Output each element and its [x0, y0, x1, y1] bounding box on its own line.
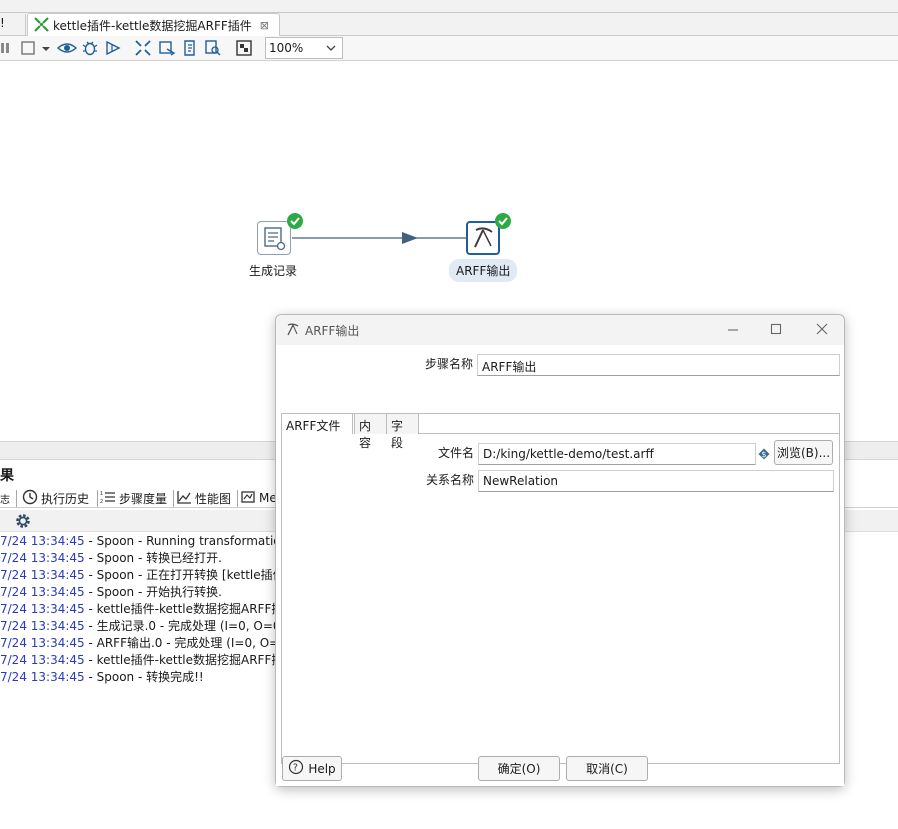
- step-name-input[interactable]: ARFF输出: [477, 354, 840, 376]
- ok-button[interactable]: 确定(O): [478, 756, 560, 781]
- log-output[interactable]: 7/24 13:34:45 - Spoon - Running transfor…: [0, 533, 290, 686]
- minimize-icon[interactable]: [723, 321, 743, 339]
- log-line: 7/24 13:34:45 - kettle插件-kettle数据挖掘ARFF插…: [0, 653, 290, 667]
- arff-output-dialog: ARFF输出 步骤名称 ARFF输出 ARFF文件 内容 字段 文件名 D:/k…: [275, 314, 845, 787]
- pause-icon[interactable]: [0, 39, 18, 57]
- tab-step-metrics-label: 步骤度量: [119, 491, 168, 506]
- tab-content[interactable]: 内容: [354, 413, 387, 450]
- tab-metrics[interactable]: Me: [240, 488, 277, 508]
- transformation-icon: [34, 16, 49, 35]
- step-arff-output-label: ARFF输出: [449, 259, 518, 282]
- variable-icon[interactable]: $: [758, 448, 770, 463]
- svg-text:?: ?: [293, 763, 298, 774]
- step-ok-check-icon: [286, 212, 304, 233]
- step-generate-rows-label: 生成记录: [249, 264, 298, 278]
- step-name-label: 步骤名称: [424, 357, 473, 371]
- tab-performance-chart[interactable]: 性能图: [176, 488, 231, 508]
- log-line: 7/24 13:34:45 - Spoon - 正在打开转换 [kettle插件: [0, 568, 285, 582]
- tab-performance-chart-label: 性能图: [195, 491, 232, 506]
- tab-log-fragment[interactable]: 志: [0, 488, 10, 508]
- log-line: 7/24 13:34:45 - Spoon - Running transfor…: [0, 534, 289, 548]
- tab-arff-file[interactable]: ARFF文件: [282, 413, 353, 434]
- zoom-select[interactable]: 100%: [265, 37, 343, 59]
- tab-transformation[interactable]: kettle插件-kettle数据挖掘ARFF插件 ⊠: [27, 13, 280, 37]
- metrics-icon: [240, 489, 256, 508]
- replay-icon[interactable]: [104, 39, 122, 57]
- browse-button[interactable]: 浏览(B)...: [774, 440, 833, 465]
- hop-arrow[interactable]: [292, 230, 468, 246]
- help-button[interactable]: ? Help: [282, 756, 342, 781]
- dialog-title: ARFF输出: [305, 324, 360, 338]
- gear-icon[interactable]: [14, 512, 32, 533]
- dialog-body: 步骤名称 ARFF输出 ARFF文件 内容 字段 文件名 D:/king/ket…: [276, 345, 844, 786]
- pickaxe-icon: [468, 227, 498, 256]
- debug-bug-icon[interactable]: [81, 39, 99, 57]
- filename-input[interactable]: D:/king/kettle-demo/test.arff: [478, 443, 756, 465]
- log-line: 7/24 13:34:45 - 生成记录.0 - 完成处理 (I=0, O=0,: [0, 619, 285, 633]
- log-line: 7/24 13:34:45 - Spoon - 开始执行转换.: [0, 585, 222, 599]
- stop-dropdown-icon[interactable]: [40, 39, 52, 57]
- help-button-label: Help: [308, 761, 336, 776]
- zoom-value: 100%: [269, 41, 304, 55]
- svg-text:$: $: [761, 450, 766, 459]
- tab-execution-history[interactable]: 执行历史: [22, 488, 89, 508]
- tab-close-icon[interactable]: ⊠: [260, 19, 269, 32]
- log-line: 7/24 13:34:45 - Spoon - 转换完成!!: [0, 670, 204, 684]
- numbered-list-icon: 12: [100, 489, 116, 508]
- relation-name-label: 关系名称: [425, 473, 474, 487]
- impact-icon[interactable]: [158, 39, 176, 57]
- close-icon[interactable]: [812, 321, 832, 339]
- step-ok-check-icon: [494, 212, 512, 233]
- help-icon: ?: [288, 759, 304, 778]
- log-line: 7/24 13:34:45 - Spoon - 转换已经打开.: [0, 551, 222, 565]
- tab-previous-label: !: [0, 16, 5, 30]
- tab-step-metrics[interactable]: 12 步骤度量: [100, 488, 167, 508]
- tab-previous[interactable]: !: [0, 14, 26, 36]
- results-title: 果: [0, 468, 14, 484]
- cancel-button[interactable]: 取消(C): [566, 756, 648, 781]
- stop-icon[interactable]: [20, 39, 38, 57]
- maximize-icon[interactable]: [766, 321, 786, 339]
- tab-transformation-title: kettle插件-kettle数据挖掘ARFF插件: [53, 19, 252, 33]
- main-toolbar: 100%: [0, 36, 898, 61]
- dialog-title-bar[interactable]: ARFF输出: [276, 315, 844, 345]
- svg-text:2: 2: [100, 499, 103, 505]
- tab-execution-history-label: 执行历史: [41, 491, 90, 506]
- filename-label: 文件名: [437, 446, 474, 460]
- log-line: 7/24 13:34:45 - kettle插件-kettle数据挖掘ARFF插…: [0, 602, 290, 616]
- relation-name-input[interactable]: NewRelation: [478, 470, 834, 492]
- sql-icon[interactable]: [181, 39, 199, 57]
- generate-rows-icon: [258, 227, 290, 257]
- verify-icon[interactable]: [134, 39, 152, 57]
- clock-icon: [22, 489, 38, 508]
- show-results-icon[interactable]: [235, 39, 253, 57]
- log-line: 7/24 13:34:45 - ARFF输出.0 - 完成处理 (I=0, O=…: [0, 636, 290, 650]
- svg-text:1: 1: [100, 491, 103, 497]
- explore-db-icon[interactable]: [204, 39, 222, 57]
- dialog-tab-panel: ARFF文件 内容 字段 文件名 D:/king/kettle-demo/tes…: [281, 413, 840, 764]
- chevron-down-icon: [326, 41, 336, 55]
- tab-fields[interactable]: 字段: [386, 413, 419, 450]
- pickaxe-icon: [285, 322, 300, 340]
- line-chart-icon: [176, 489, 192, 508]
- preview-eye-icon[interactable]: [56, 39, 78, 57]
